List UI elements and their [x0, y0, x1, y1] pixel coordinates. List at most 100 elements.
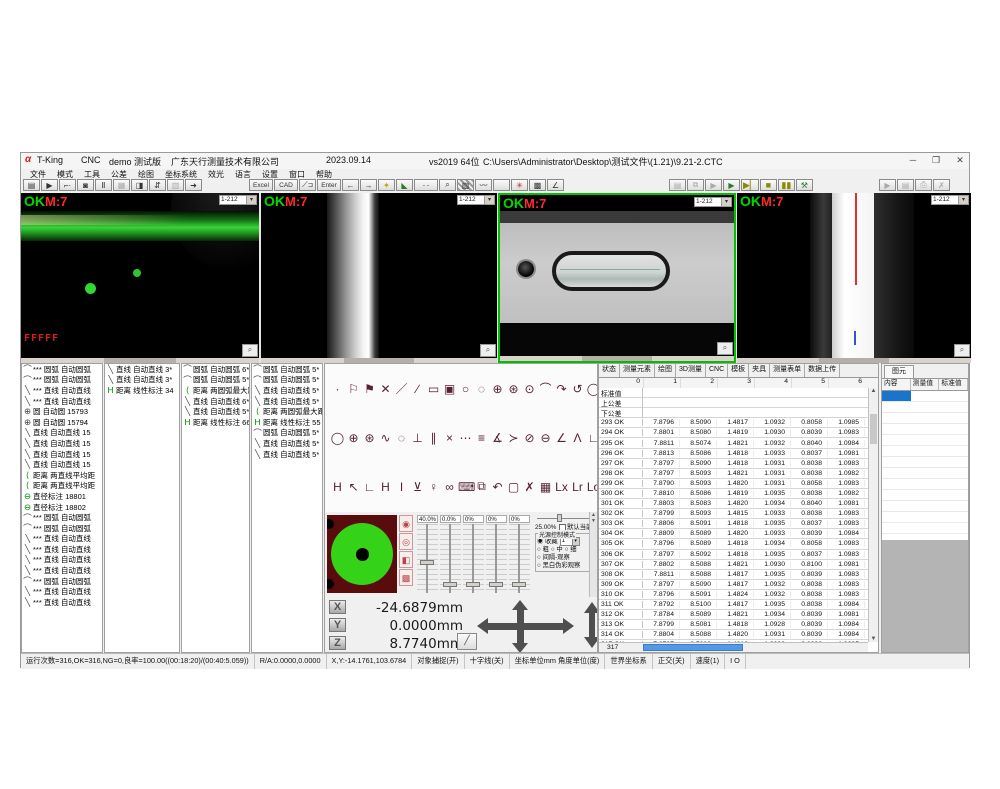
list-item[interactable]: ╲直线 自动直线 5* — [252, 385, 322, 396]
tool-icon[interactable]: ∟ — [586, 431, 598, 445]
tool-icon[interactable]: ✕ — [378, 382, 393, 396]
list-item[interactable]: H距离 线性标注 34 — [105, 385, 179, 396]
results-tab[interactable]: 夹具 — [749, 364, 770, 377]
menu-item[interactable]: 帮助 — [316, 169, 332, 180]
column-header[interactable]: 3 — [717, 378, 754, 388]
radio-option[interactable]: ○ 间隔-观察 — [537, 554, 570, 562]
list-item[interactable]: ⌒圆弧 自动圆弧 5* — [252, 364, 322, 375]
toolbar-button[interactable]: ▶ — [41, 179, 58, 191]
status-segment[interactable]: 运行次数=316,OK=316,NG=0,良率=100.00((00:18:20… — [21, 654, 255, 669]
toolbar-button[interactable]: ⧉ — [687, 179, 704, 191]
jog-z-up-arrow[interactable] — [584, 602, 598, 613]
table-row[interactable]: 293 OK7.87968.50901.48171.09320.80581.09… — [599, 418, 868, 428]
close-button[interactable]: ✕ — [953, 155, 967, 166]
column-header[interactable]: 5 — [791, 378, 828, 388]
menu-item[interactable]: 设置 — [262, 169, 278, 180]
tool-icon[interactable]: ▭ — [426, 382, 441, 396]
list-item[interactable]: ╲*** 直线 自动直线 — [22, 534, 102, 545]
toolbar-button[interactable]: ▦ — [113, 179, 130, 191]
light-slider[interactable]: 0% — [486, 515, 507, 594]
light-slider[interactable]: 40.0% — [417, 515, 438, 594]
radio-option[interactable]: ○ 中 — [551, 546, 563, 554]
menu-item[interactable]: 工具 — [84, 169, 100, 180]
tool-icon[interactable]: ⊥ — [410, 431, 425, 445]
selected-cell[interactable] — [882, 391, 911, 401]
results-tab[interactable]: 绘图 — [655, 364, 676, 377]
toolbar-button[interactable]: ▩ — [529, 179, 546, 191]
light-segment-icon[interactable]: ◉ — [399, 515, 413, 532]
list-item[interactable]: ╲直线 自动直线 15 — [22, 459, 102, 470]
list-item[interactable]: ⌒*** 圆弧 自动圆弧 — [22, 375, 102, 386]
tool-icon[interactable]: ∥ — [426, 431, 441, 445]
toolbar-button[interactable]: ∠ — [547, 179, 564, 191]
table-row[interactable]: 302 OK7.87998.50931.48151.09330.80381.09… — [599, 509, 868, 519]
list-item[interactable]: ⌒*** 圆弧 自动圆弧 — [22, 364, 102, 375]
jog-z-down-arrow[interactable] — [584, 637, 598, 648]
light-slider[interactable]: 0% — [509, 515, 530, 594]
tool-icon[interactable]: Lr — [570, 480, 585, 494]
light-panel-scrollbar[interactable]: ▲▼ — [589, 512, 597, 597]
toolbar-button[interactable]: CAD — [274, 179, 298, 191]
table-row[interactable]: 310 OK7.87968.50911.48241.09320.80381.09… — [599, 590, 868, 600]
chevron-down-icon[interactable]: ▾ — [484, 196, 494, 204]
status-segment[interactable]: 对象捕捉(开) — [412, 654, 464, 669]
tool-icon[interactable]: ◯ — [586, 382, 598, 396]
toolbar-button[interactable]: ▶ — [705, 179, 722, 191]
tool-icon[interactable]: ◯ — [330, 431, 345, 445]
table-row[interactable]: 314 OK7.88048.50881.48201.09310.80391.09… — [599, 630, 868, 640]
status-segment[interactable]: X,Y:-14.1761,103.6784 — [327, 654, 413, 669]
results-tab[interactable]: 测量表单 — [770, 364, 805, 377]
list-item[interactable]: ⊖直径标注 18801 — [22, 491, 102, 502]
light-segment-icon[interactable]: ◧ — [399, 551, 413, 568]
list-item[interactable]: ╲*** 直线 自动直线 — [22, 586, 102, 597]
list-item[interactable]: ⌒圆弧 自动圆弧 6* — [182, 364, 249, 375]
table-row[interactable]: 299 OK7.87908.50931.48201.09310.80581.09… — [599, 479, 868, 489]
tool-icon[interactable]: ⊘ — [522, 431, 537, 445]
toolbar-button[interactable]: ▨ — [457, 179, 474, 191]
tool-icon[interactable]: Lx — [554, 480, 569, 494]
menu-item[interactable]: 效光 — [208, 169, 224, 180]
tool-icon[interactable]: ∟ — [362, 480, 377, 494]
jog-z-arrow[interactable] — [589, 612, 595, 638]
tool-icon[interactable]: ⊛ — [362, 431, 377, 445]
toolbar-button[interactable]: ▤ — [897, 179, 914, 191]
tool-icon[interactable]: ∿ — [378, 431, 393, 445]
table-row[interactable]: 上公差 — [599, 398, 868, 408]
toolbar-button[interactable]: ⌐· — [59, 179, 76, 191]
toolbar-button[interactable]: ⟋⊐ — [299, 179, 316, 191]
toolbar-button[interactable]: 〰 — [475, 179, 492, 191]
table-row[interactable]: 311 OK7.87928.51001.48171.09350.80381.09… — [599, 600, 868, 610]
list-item[interactable]: ╲直线 自动直线 5* — [252, 449, 322, 460]
chevron-down-icon[interactable]: ▾ — [958, 196, 968, 204]
list-item[interactable]: ╲直线 自动直线 3* — [105, 375, 179, 386]
chevron-down-icon[interactable]: ▾ — [246, 196, 256, 204]
camera-3-range-dropdown[interactable]: 1-212▾ — [694, 197, 732, 207]
column-header[interactable]: 2 — [680, 378, 717, 388]
list-item[interactable]: ⟨距离 两直线平均距 — [22, 481, 102, 492]
tool-icon[interactable]: ⚑ — [362, 382, 377, 396]
toolbar-button[interactable]: ▮▮ — [778, 179, 795, 191]
tool-icon[interactable]: H — [378, 480, 393, 494]
list-item[interactable]: ⊖直径标注 18802 — [22, 502, 102, 513]
tool-icon[interactable]: H — [330, 480, 345, 494]
table-row[interactable]: 303 OK7.88068.50911.48181.09350.80371.09… — [599, 519, 868, 529]
table-row[interactable]: 296 OK7.88138.50861.48181.09330.80371.09… — [599, 449, 868, 459]
list-item[interactable]: ╲直线 自动直线 5* — [252, 438, 322, 449]
list-item[interactable]: ╲*** 直线 自动直线 — [22, 565, 102, 576]
table-hscrollbar[interactable]: 317 — [599, 642, 868, 652]
tool-icon[interactable]: I — [394, 480, 409, 494]
magnifier-icon[interactable]: ⌕ — [954, 344, 970, 357]
jog-x-arrow[interactable] — [487, 623, 563, 630]
table-row[interactable]: 308 OK7.88118.50881.48171.09350.80391.09… — [599, 570, 868, 580]
toolbar-button[interactable]: ◣ — [396, 179, 413, 191]
list-item[interactable]: ⌒圆弧 自动圆弧 5* — [182, 375, 249, 386]
results-tab[interactable]: 模板 — [728, 364, 749, 377]
toolbar-button[interactable]: ✦ — [378, 179, 395, 191]
light-slider[interactable]: 0.0% — [440, 515, 461, 594]
tool-icon[interactable]: ∞ — [442, 480, 457, 494]
list-item[interactable]: ╲*** 直线 自动直线 — [22, 555, 102, 566]
menu-item[interactable]: 语言 — [235, 169, 251, 180]
light-segment-icon[interactable]: ◎ — [399, 533, 413, 550]
table-row[interactable]: 301 OK7.88038.50831.48201.09340.80401.09… — [599, 499, 868, 509]
status-segment[interactable]: 速度(1) — [691, 654, 726, 669]
